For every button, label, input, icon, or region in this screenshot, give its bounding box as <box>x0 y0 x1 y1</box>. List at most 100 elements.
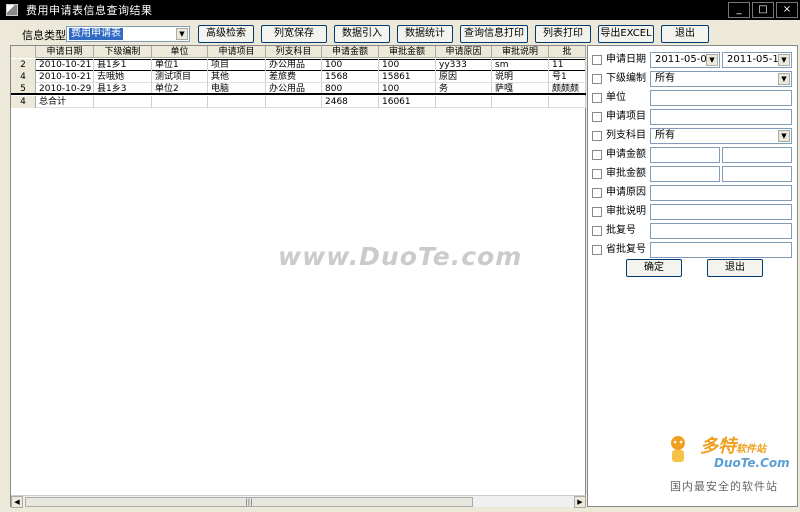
approve-amount-to-input[interactable] <box>722 166 792 182</box>
table-cell[interactable] <box>549 96 586 108</box>
table-cell[interactable]: 11 <box>549 59 586 71</box>
column-header[interactable]: 申请项目 <box>208 46 266 58</box>
filter-checkbox[interactable] <box>592 112 602 122</box>
table-row[interactable]: 4 2010-10-21 去哦她 测试项目 其他 差旅费 1568 15861 … <box>11 71 586 83</box>
table-cell[interactable] <box>492 96 549 108</box>
filter-checkbox[interactable] <box>592 55 602 65</box>
chevron-down-icon[interactable]: ▼ <box>778 54 790 66</box>
window-title: 费用申请表信息查询结果 <box>26 4 153 17</box>
results-grid[interactable]: 申请日期 下级编制 单位 申请项目 列支科目 申请金额 审批金额 申请原因 审批… <box>10 45 586 508</box>
title-bar: 费用申请表信息查询结果 _ □ × <box>0 0 800 20</box>
table-cell[interactable]: 100 <box>379 59 436 71</box>
filter-checkbox[interactable] <box>592 74 602 84</box>
approve-amount-from-input[interactable] <box>650 166 720 182</box>
table-cell[interactable]: 1568 <box>322 71 379 83</box>
confirm-button[interactable]: 确定 <box>626 259 682 277</box>
import-data-button[interactable]: 数据引入 <box>334 25 390 43</box>
table-cell[interactable]: 去哦她 <box>94 71 152 83</box>
reply-number-input[interactable] <box>650 223 792 239</box>
scroll-right-icon[interactable]: ▶ <box>574 496 586 508</box>
print-list-button[interactable]: 列表打印 <box>535 25 591 43</box>
filter-checkbox[interactable] <box>592 245 602 255</box>
table-row[interactable]: 5 2010-10-29 县1乡3 单位2 电脑 办公用品 800 100 务 … <box>11 83 586 95</box>
column-header[interactable]: 单位 <box>152 46 208 58</box>
sub-unit-select[interactable]: 所有 ▼ <box>650 71 792 87</box>
chevron-down-icon[interactable]: ▼ <box>778 73 790 85</box>
column-header[interactable]: 审批说明 <box>492 46 549 58</box>
chevron-down-icon[interactable]: ▼ <box>706 54 718 66</box>
table-cell[interactable]: 号1 <box>549 71 586 83</box>
scroll-left-icon[interactable]: ◀ <box>11 496 23 508</box>
table-cell[interactable]: 15861 <box>379 71 436 83</box>
brand-suffix: 软件站 <box>736 444 766 455</box>
filter-checkbox[interactable] <box>592 207 602 217</box>
scroll-thumb[interactable]: ||| <box>25 497 473 507</box>
total-row[interactable]: 4 总合计 2468 16061 <box>11 96 586 108</box>
column-header[interactable]: 申请原因 <box>436 46 492 58</box>
table-cell[interactable]: 2010-10-21 <box>36 59 94 71</box>
table-cell[interactable]: 项目 <box>208 59 266 71</box>
apply-amount-from-input[interactable] <box>650 147 720 163</box>
close-button[interactable]: × <box>776 2 798 18</box>
column-header[interactable]: 审批金额 <box>379 46 436 58</box>
print-query-button[interactable]: 查询信息打印 <box>460 25 528 43</box>
date-to-picker[interactable]: 2011-05-11 ▼ <box>722 52 792 68</box>
table-cell[interactable]: 2468 <box>322 96 379 108</box>
filter-checkbox[interactable] <box>592 150 602 160</box>
maximize-button[interactable]: □ <box>752 2 774 18</box>
table-cell[interactable] <box>152 96 208 108</box>
apply-amount-to-input[interactable] <box>722 147 792 163</box>
table-cell[interactable]: 2010-10-21 <box>36 71 94 83</box>
column-header[interactable]: 下级编制 <box>94 46 152 58</box>
apply-item-input[interactable] <box>650 109 792 125</box>
filter-checkbox[interactable] <box>592 188 602 198</box>
filter-checkbox[interactable] <box>592 93 602 103</box>
info-type-select[interactable]: 费用申请表 ▼ <box>66 26 190 42</box>
table-cell[interactable] <box>436 96 492 108</box>
table-cell[interactable]: 原因 <box>436 71 492 83</box>
table-cell[interactable]: yy333 <box>436 59 492 71</box>
table-cell[interactable] <box>208 96 266 108</box>
minimize-button[interactable]: _ <box>728 2 750 18</box>
data-statistics-button[interactable]: 数据统计 <box>397 25 453 43</box>
horizontal-scrollbar[interactable]: ◀ ||| ▶ <box>11 495 586 508</box>
table-cell[interactable]: 办公用品 <box>266 59 322 71</box>
info-type-label: 信息类型 <box>22 29 66 42</box>
table-cell[interactable]: 单位1 <box>152 59 208 71</box>
province-reply-number-input[interactable] <box>650 242 792 258</box>
export-excel-button[interactable]: 导出EXCEL <box>598 25 654 43</box>
filter-checkbox[interactable] <box>592 226 602 236</box>
approve-note-input[interactable] <box>650 204 792 220</box>
table-cell[interactable]: sm <box>492 59 549 71</box>
table-cell[interactable]: 说明 <box>492 71 549 83</box>
table-cell[interactable] <box>266 96 322 108</box>
column-header[interactable]: 列支科目 <box>266 46 322 58</box>
table-cell[interactable] <box>94 96 152 108</box>
expense-account-select[interactable]: 所有 ▼ <box>650 128 792 144</box>
column-header[interactable]: 申请日期 <box>36 46 94 58</box>
advanced-search-button[interactable]: 高级检索 <box>198 25 254 43</box>
column-header[interactable]: 申请金额 <box>322 46 379 58</box>
date-from-picker[interactable]: 2011-05-01 ▼ <box>650 52 720 68</box>
exit-button[interactable]: 退出 <box>661 25 709 43</box>
chevron-down-icon[interactable]: ▼ <box>778 130 790 142</box>
filter-label: 批复号 <box>606 225 636 236</box>
filter-checkbox[interactable] <box>592 131 602 141</box>
chevron-down-icon[interactable]: ▼ <box>176 28 188 40</box>
table-cell[interactable]: 差旅费 <box>266 71 322 83</box>
table-cell[interactable]: 县1乡1 <box>94 59 152 71</box>
table-cell[interactable]: 其他 <box>208 71 266 83</box>
column-header[interactable]: 批 <box>549 46 586 58</box>
row-number: 4 <box>11 96 36 108</box>
table-cell[interactable]: 总合计 <box>36 96 94 108</box>
side-exit-button[interactable]: 退出 <box>707 259 763 277</box>
unit-input[interactable] <box>650 90 792 106</box>
apply-reason-input[interactable] <box>650 185 792 201</box>
table-cell[interactable]: 100 <box>322 59 379 71</box>
brand-slogan: 国内最安全的软件站 <box>670 480 778 493</box>
table-cell[interactable]: 测试项目 <box>152 71 208 83</box>
save-column-width-button[interactable]: 列宽保存 <box>261 25 327 43</box>
table-row[interactable]: 2 2010-10-21 县1乡1 单位1 项目 办公用品 100 100 yy… <box>11 59 586 71</box>
table-cell[interactable]: 16061 <box>379 96 436 108</box>
filter-checkbox[interactable] <box>592 169 602 179</box>
